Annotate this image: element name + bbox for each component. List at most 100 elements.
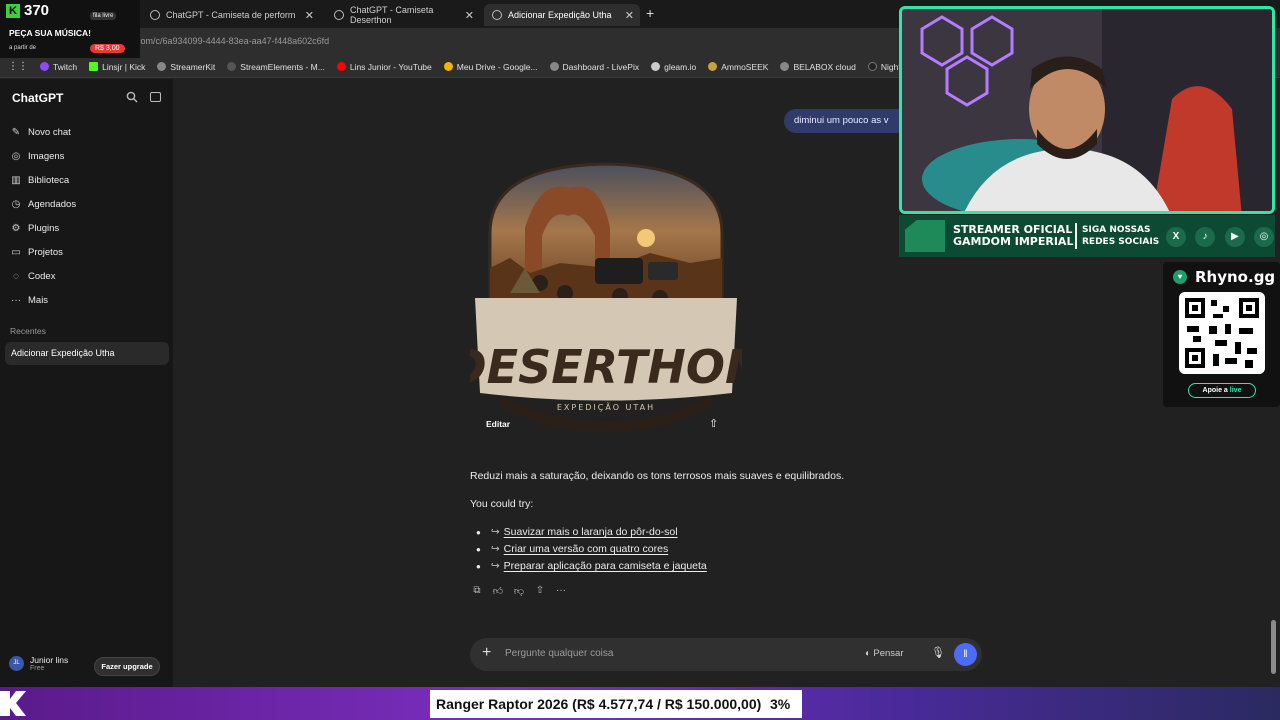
upgrade-button[interactable]: Fazer upgrade — [94, 657, 160, 676]
search-icon[interactable] — [126, 91, 138, 103]
sidebar-item-novo-chat[interactable]: ✎ Novo chat — [10, 123, 71, 141]
tab-adicionar-expedicao[interactable]: Adicionar Expedição Utha ✕ — [484, 4, 640, 26]
suggestions-label: You could try: — [470, 498, 534, 510]
sidebar-toggle-icon[interactable] — [150, 92, 161, 102]
bookmark-belabox[interactable]: BELABOX cloud — [780, 61, 856, 72]
copy-icon[interactable]: ⧉ — [471, 585, 483, 597]
sidebar-item-biblioteca[interactable]: ▥ Biblioteca — [10, 171, 69, 189]
user-profile[interactable]: JL Junior lins Free — [9, 655, 68, 672]
share-image-icon[interactable]: ⇧ — [709, 417, 718, 430]
banner-line: SIGA NOSSAS — [1082, 225, 1151, 235]
bookmark-label: Lins Junior - YouTube — [349, 61, 432, 72]
sidebar-item-mais[interactable]: ··· Mais — [10, 291, 48, 309]
bookmark-streamerkit[interactable]: StreamerKit — [157, 62, 215, 72]
goal-percent: 3% — [770, 696, 791, 712]
images-icon: ◎ — [11, 150, 21, 162]
apps-icon[interactable]: ⋮⋮ — [8, 61, 28, 72]
rhyno-brand: Rhyno.gg — [1195, 268, 1276, 286]
sidebar-item-label: Biblioteca — [28, 174, 70, 186]
bookmark-label: AmmoSEEK — [721, 61, 769, 72]
suggestion-item[interactable]: ● ↪ Suavizar mais o laranja do pôr-do-sol — [476, 526, 678, 538]
logo-subtitle: EXPEDIÇÃO UTAH — [557, 402, 655, 412]
goal-text: Ranger Raptor 2026 (R$ 4.577,74 / R$ 150… — [436, 696, 762, 712]
kick-logo-icon — [0, 691, 26, 716]
bookmark-twitch[interactable]: Twitch — [40, 62, 77, 72]
song-request-widget: K 370 fila livre PEÇA SUA MÚSICA! a part… — [0, 0, 140, 58]
nightbot-icon — [867, 62, 877, 71]
scrollbar[interactable] — [1271, 620, 1276, 674]
kick-logo-icon: K — [6, 4, 20, 18]
bookmark-kick[interactable]: Linsjr | Kick — [89, 62, 145, 72]
suggestion-text: Suavizar mais o laranja do pôr-do-sol — [503, 526, 678, 538]
sidebar-item-imagens[interactable]: ◎ Imagens — [10, 147, 65, 165]
new-tab-button[interactable]: + — [646, 5, 654, 21]
sidebar-item-plugins[interactable]: ⚙ Plugins — [10, 219, 60, 237]
sidebar-item-projetos[interactable]: ▭ Projetos — [10, 243, 63, 261]
app-title[interactable]: ChatGPT — [12, 91, 63, 105]
suggestion-item[interactable]: ● ↪ Criar uma versão com quatro cores — [476, 543, 668, 555]
share-icon[interactable]: ⇧ — [534, 585, 546, 597]
banner-divider — [1075, 223, 1077, 249]
assistant-reply-text: Reduzi mais a saturação, deixando os ton… — [470, 470, 845, 482]
tab-camiseta-deserthon[interactable]: ChatGPT - Camiseta Deserthon ✕ — [326, 4, 480, 26]
recent-heading: Recentes — [10, 326, 46, 336]
bookmark-livepix[interactable]: Dashboard - LivePix — [549, 62, 639, 72]
sidebar-item-codex[interactable]: ◌ Codex — [10, 267, 55, 285]
thumbs-down-icon[interactable]: 👎︎ — [513, 585, 525, 597]
bookmark-drive[interactable]: Meu Drive - Google... — [443, 61, 538, 72]
chatgpt-tab-icon — [334, 10, 344, 20]
bookmark-label: BELABOX cloud — [793, 61, 856, 72]
sidebar-item-label: Imagens — [28, 150, 65, 162]
tab-camiseta-performance[interactable]: ChatGPT - Camiseta de perform ✕ — [142, 4, 320, 26]
queue-status: fila livre — [90, 12, 117, 20]
user-plan: Free — [30, 665, 45, 672]
globe-icon — [157, 62, 167, 71]
bookmark-streamelements[interactable]: StreamElements - M... — [227, 62, 325, 72]
apoie-highlight: live — [1229, 387, 1242, 394]
prompt-input[interactable]: Pergunte qualquer coisa — [505, 648, 613, 659]
close-tab-icon[interactable]: ✕ — [465, 9, 474, 22]
suggestion-item[interactable]: ● ↪ Preparar aplicação para camiseta e jaq… — [476, 560, 707, 572]
bullet-icon: ● — [476, 544, 481, 554]
apoie-text: Apoie a — [1202, 387, 1228, 394]
close-tab-icon[interactable]: ✕ — [305, 9, 314, 22]
bookmark-ammoseek[interactable]: AmmoSEEK — [708, 62, 768, 72]
think-toggle[interactable]: ◐ Pensar — [865, 648, 904, 659]
sidebar-item-agendados[interactable]: ◷ Agendados — [10, 195, 76, 213]
logo-title: DESERTHON — [470, 340, 742, 394]
edit-image-button[interactable]: Editar — [486, 419, 510, 429]
codex-icon: ◌ — [13, 270, 19, 282]
bookmark-gleam[interactable]: gleam.io — [651, 62, 696, 72]
heart-icon: ♥ — [1173, 270, 1187, 284]
banner-line: GAMDOM IMPERIAL — [953, 235, 1074, 248]
suggestion-text: Preparar aplicação para camiseta e jaque… — [503, 560, 707, 572]
sidebar-item-label: Agendados — [28, 198, 77, 210]
chatgpt-tab-icon — [492, 10, 502, 20]
reply-arrow-icon: ↪ — [490, 526, 500, 538]
recent-chat-item[interactable]: Adicionar Expedição Utha — [5, 342, 169, 365]
reply-arrow-icon: ↪ — [490, 543, 500, 555]
support-live-button: Apoie a live — [1188, 383, 1256, 398]
bullet-icon: ● — [476, 561, 481, 571]
drive-icon — [443, 62, 453, 71]
donation-goal-ticker: Ranger Raptor 2026 (R$ 4.577,74 / R$ 150… — [0, 687, 1280, 720]
voice-mode-button[interactable]: ‖ — [954, 643, 977, 666]
microphone-icon[interactable]: 🎙︎ — [931, 646, 945, 659]
streamelements-icon — [227, 62, 237, 71]
sidebar-item-label: Novo chat — [28, 126, 71, 138]
deserthon-logo-image[interactable]: DESERTHON EXPEDIÇÃO UTAH — [470, 158, 742, 448]
bookmark-label: gleam.io — [664, 61, 697, 72]
more-options-icon[interactable]: ··· — [555, 585, 567, 597]
plugins-icon: ⚙ — [11, 222, 21, 234]
globe-icon — [549, 62, 559, 71]
bullet-icon: ● — [476, 527, 481, 537]
add-attachment-icon[interactable]: + — [482, 644, 491, 662]
rhyno-qr-widget: ♥ Rhyno.gg Apoie a live — [1163, 262, 1280, 407]
twitch-icon — [40, 62, 49, 71]
sidebar: ChatGPT ✎ Novo chat ◎ Imagens ▥ Biblioteca … — [0, 79, 173, 687]
bookmark-label: Meu Drive - Google... — [456, 61, 538, 72]
close-tab-icon[interactable]: ✕ — [625, 9, 634, 22]
bookmark-youtube[interactable]: Lins Junior - YouTube — [336, 61, 432, 72]
think-label: Pensar — [873, 648, 904, 659]
thumbs-up-icon[interactable]: 👍︎ — [492, 585, 504, 597]
